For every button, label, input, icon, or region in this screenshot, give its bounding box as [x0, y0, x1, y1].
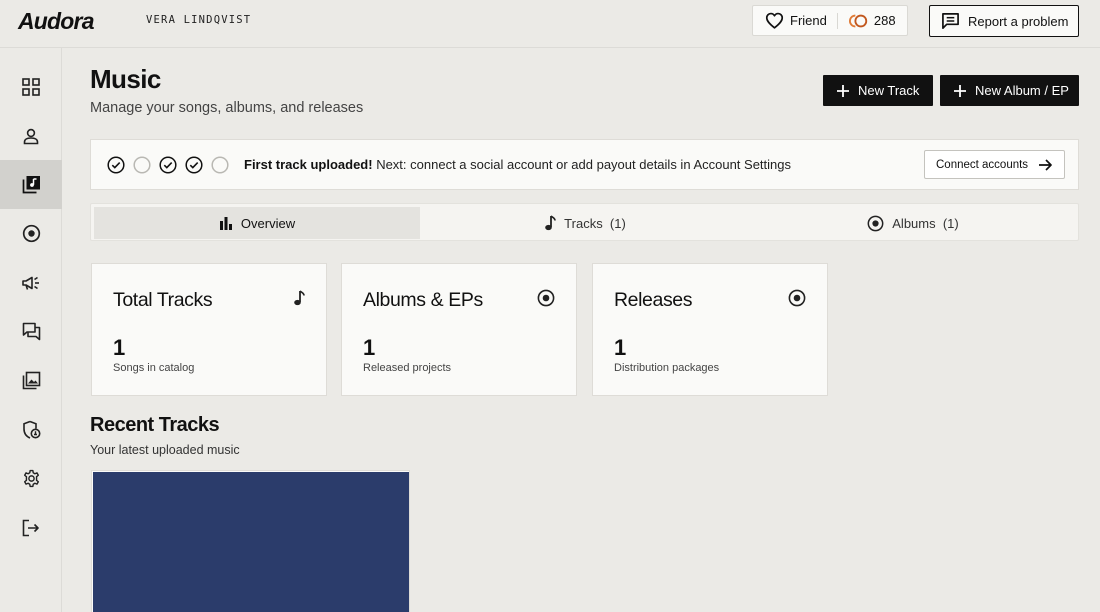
tab-overview[interactable]: Overview [94, 207, 420, 239]
stat-value: 1 [363, 335, 376, 360]
new-track-label: New Track [858, 83, 920, 98]
stat-title: Total Tracks [113, 289, 213, 311]
new-track-button[interactable]: New Track [823, 75, 933, 106]
logout-icon [22, 519, 39, 536]
sidebar-item-settings[interactable] [0, 454, 62, 503]
coin-count: 288 [873, 13, 896, 28]
coin-balance[interactable]: 288 [848, 13, 896, 29]
top-header: Audora VERA LINDQVIST Friend 288 Report … [0, 0, 1100, 48]
sidebar-item-logout[interactable] [0, 503, 62, 552]
bar-chart-icon [219, 217, 232, 230]
sidebar-item-dashboard[interactable] [0, 62, 62, 111]
check-circle-icon [159, 156, 177, 174]
report-label: Report a problem [968, 13, 1069, 29]
disc-icon [537, 289, 555, 307]
check-circle-icon [185, 156, 203, 174]
message-icon [942, 13, 959, 29]
onboarding-banner: First track uploaded! Next: connect a so… [90, 139, 1079, 190]
recent-tracks-title: Recent Tracks [90, 414, 220, 436]
track-card[interactable] [91, 470, 410, 612]
chat-icon [22, 322, 40, 341]
stat-card-releases[interactable]: Releases 1 Distribution packages [592, 263, 828, 396]
stat-description: Songs in catalog [113, 362, 195, 374]
recent-tracks-subtitle: Your latest uploaded music [90, 443, 240, 457]
plus-icon [954, 84, 966, 97]
tab-overview-label: Overview [240, 215, 296, 231]
disc-icon [22, 224, 40, 243]
stat-title: Albums & EPs [363, 289, 483, 311]
check-circle-icon [107, 156, 125, 174]
gear-icon [23, 469, 39, 488]
onboarding-steps [107, 156, 229, 174]
sidebar-item-messages[interactable] [0, 307, 62, 356]
tab-albums-label: Albums (1) [892, 215, 959, 231]
user-name: VERA LINDQVIST [146, 14, 252, 26]
friend-label: Friend [790, 13, 827, 28]
new-album-label: New Album / EP [975, 83, 1069, 98]
arrow-right-icon [1039, 158, 1052, 171]
connect-accounts-button[interactable]: Connect accounts [924, 150, 1065, 179]
track-cover-art [93, 472, 409, 612]
stat-title: Releases [614, 289, 693, 311]
stat-value: 1 [614, 335, 627, 360]
tab-tracks-label: Tracks (1) [564, 215, 626, 231]
shield-icon [22, 420, 40, 439]
stat-description: Distribution packages [614, 362, 720, 374]
coin-icon [848, 14, 868, 27]
divider [836, 12, 838, 29]
sidebar-item-music[interactable] [0, 160, 62, 209]
friend-coins-widget: Friend 288 [752, 5, 908, 36]
banner-highlight: First track uploaded! [244, 157, 373, 172]
app-logo[interactable]: Audora [18, 8, 95, 35]
sidebar-item-security[interactable] [0, 405, 62, 454]
tab-albums[interactable]: Albums (1) [750, 207, 1076, 239]
tab-tracks[interactable]: Tracks (1) [422, 207, 748, 239]
gallery-icon [22, 371, 40, 390]
report-problem-button[interactable]: Report a problem [929, 5, 1079, 37]
stat-card-total-tracks[interactable]: Total Tracks 1 Songs in catalog [91, 263, 327, 396]
grid-icon [22, 77, 40, 96]
banner-text: First track uploaded! Next: connect a so… [244, 157, 791, 172]
music-note-icon [545, 215, 556, 231]
megaphone-icon [22, 276, 39, 290]
user-icon [23, 128, 39, 144]
heart-icon [765, 12, 784, 29]
friend-button[interactable]: Friend [753, 6, 827, 35]
sidebar-item-gallery[interactable] [0, 356, 62, 405]
plus-icon [837, 84, 849, 97]
disc-icon [788, 289, 806, 307]
music-tabs: Overview Tracks (1) Albums (1) [90, 203, 1079, 241]
sidebar-item-promotion[interactable] [0, 258, 62, 307]
sidebar-item-releases[interactable] [0, 209, 62, 258]
new-album-button[interactable]: New Album / EP [940, 75, 1079, 106]
stat-value: 1 [113, 335, 126, 360]
connect-accounts-label: Connect accounts [936, 158, 1029, 171]
sidebar [0, 48, 62, 612]
page-title: Music [90, 64, 161, 94]
music-note-icon [294, 290, 305, 306]
stat-description: Released projects [363, 362, 452, 374]
stat-card-albums[interactable]: Albums & EPs 1 Released projects [341, 263, 577, 396]
empty-circle-icon [133, 156, 151, 174]
disc-icon [867, 215, 884, 231]
music-library-icon [22, 176, 40, 194]
banner-message: Next: connect a social account or add pa… [372, 157, 791, 172]
page-subtitle: Manage your songs, albums, and releases [90, 100, 364, 116]
empty-circle-icon [211, 156, 229, 174]
sidebar-item-profile[interactable] [0, 111, 62, 160]
